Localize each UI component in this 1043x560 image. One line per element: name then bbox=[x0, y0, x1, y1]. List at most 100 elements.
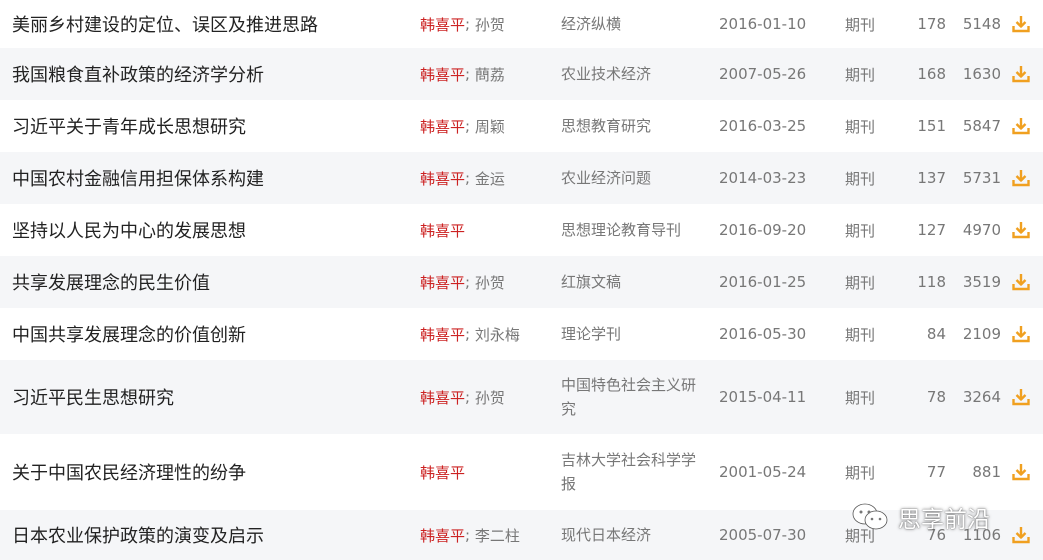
journal-link[interactable]: 红旗文稿 bbox=[561, 256, 701, 308]
download-button[interactable] bbox=[1010, 510, 1032, 560]
download-icon bbox=[1012, 326, 1030, 343]
download-button[interactable] bbox=[1010, 0, 1032, 48]
cited-count[interactable]: 78 bbox=[896, 360, 946, 434]
download-count: 5148 bbox=[962, 15, 1001, 33]
table-row: 日本农业保护政策的演变及启示 韩喜平; 李二柱 现代日本经济 2005-07-30 期刊… bbox=[0, 510, 1043, 560]
cited-count[interactable]: 168 bbox=[896, 48, 946, 100]
database-type: 期刊 bbox=[845, 221, 876, 240]
cited-count[interactable]: 77 bbox=[896, 434, 946, 510]
cited-count[interactable]: 76 bbox=[896, 510, 946, 560]
author-link[interactable]: 韩喜平 bbox=[420, 272, 465, 293]
article-title-link[interactable]: 习近平关于青年成长思想研究 bbox=[12, 100, 412, 152]
cited-count[interactable]: 151 bbox=[896, 100, 946, 152]
journal-link[interactable]: 农业经济问题 bbox=[561, 152, 701, 204]
coauthor-link[interactable]: 孙贺 bbox=[475, 14, 505, 35]
journal-link[interactable]: 思想教育研究 bbox=[561, 100, 701, 152]
download-icon bbox=[1012, 274, 1030, 291]
journal-link[interactable]: 农业技术经济 bbox=[561, 48, 701, 100]
author-separator: ; bbox=[465, 388, 475, 406]
journal-link[interactable]: 现代日本经济 bbox=[561, 510, 701, 560]
author-link[interactable]: 韩喜平 bbox=[420, 525, 465, 546]
database-type: 期刊 bbox=[845, 117, 876, 136]
database-type: 期刊 bbox=[845, 15, 876, 34]
cited-count[interactable]: 127 bbox=[896, 204, 946, 256]
author-link[interactable]: 韩喜平 bbox=[420, 220, 465, 241]
coauthor-link[interactable]: 金运 bbox=[475, 168, 505, 189]
download-button[interactable] bbox=[1010, 204, 1032, 256]
article-title-link[interactable]: 美丽乡村建设的定位、误区及推进思路 bbox=[12, 0, 412, 48]
journal-link[interactable]: 经济纵横 bbox=[561, 0, 701, 48]
cited-count[interactable]: 84 bbox=[896, 308, 946, 360]
article-title-link[interactable]: 习近平民生思想研究 bbox=[12, 360, 412, 434]
journal-link[interactable]: 思想理论教育导刊 bbox=[561, 204, 701, 256]
journal-link[interactable]: 理论学刊 bbox=[561, 308, 701, 360]
download-count: 4970 bbox=[962, 221, 1001, 239]
download-icon bbox=[1012, 118, 1030, 135]
publish-date: 2015-04-11 bbox=[719, 388, 807, 406]
author-link[interactable]: 韩喜平 bbox=[420, 116, 465, 137]
article-title-link[interactable]: 中国共享发展理念的价值创新 bbox=[12, 308, 412, 360]
author-link[interactable]: 韩喜平 bbox=[420, 387, 465, 408]
cited-count[interactable]: 118 bbox=[896, 256, 946, 308]
download-button[interactable] bbox=[1010, 360, 1032, 434]
article-title-link[interactable]: 关于中国农民经济理性的纷争 bbox=[12, 434, 412, 510]
author-link[interactable]: 韩喜平 bbox=[420, 14, 465, 35]
author-link[interactable]: 韩喜平 bbox=[420, 324, 465, 345]
table-row: 习近平民生思想研究 韩喜平; 孙贺 中国特色社会主义研究 2015-04-11 期刊 78… bbox=[0, 360, 1043, 434]
coauthor-link[interactable]: 孙贺 bbox=[475, 387, 505, 408]
download-icon bbox=[1012, 66, 1030, 83]
author-link[interactable]: 韩喜平 bbox=[420, 462, 465, 483]
table-row: 中国农村金融信用担保体系构建 韩喜平; 金运 农业经济问题 2014-03-23 期刊 1… bbox=[0, 152, 1043, 204]
article-title-link[interactable]: 坚持以人民为中心的发展思想 bbox=[12, 204, 412, 256]
author-link[interactable]: 韩喜平 bbox=[420, 64, 465, 85]
article-title-link[interactable]: 共享发展理念的民生价值 bbox=[12, 256, 412, 308]
download-count: 881 bbox=[972, 463, 1001, 481]
download-button[interactable] bbox=[1010, 100, 1032, 152]
publish-date: 2001-05-24 bbox=[719, 463, 807, 481]
authors-cell: 韩喜平; 孙贺 bbox=[420, 0, 550, 48]
table-row: 我国粮食直补政策的经济学分析 韩喜平; 蔄荔 农业技术经济 2007-05-26 期刊 1… bbox=[0, 48, 1043, 100]
cited-count[interactable]: 178 bbox=[896, 0, 946, 48]
journal-link[interactable]: 吉林大学社会科学学报 bbox=[561, 434, 701, 510]
table-row: 习近平关于青年成长思想研究 韩喜平; 周颖 思想教育研究 2016-03-25 期刊 15… bbox=[0, 100, 1043, 152]
coauthor-link[interactable]: 蔄荔 bbox=[475, 64, 505, 85]
article-title-link[interactable]: 中国农村金融信用担保体系构建 bbox=[12, 152, 412, 204]
cited-count[interactable]: 137 bbox=[896, 152, 946, 204]
download-button[interactable] bbox=[1010, 434, 1032, 510]
author-separator: ; bbox=[465, 273, 475, 291]
authors-cell: 韩喜平 bbox=[420, 434, 550, 510]
download-icon bbox=[1012, 389, 1030, 406]
authors-cell: 韩喜平; 刘永梅 bbox=[420, 308, 550, 360]
download-icon bbox=[1012, 464, 1030, 481]
authors-cell: 韩喜平; 孙贺 bbox=[420, 256, 550, 308]
author-separator: ; bbox=[465, 169, 475, 187]
author-link[interactable]: 韩喜平 bbox=[420, 168, 465, 189]
download-count: 3519 bbox=[962, 273, 1001, 291]
download-count: 2109 bbox=[962, 325, 1001, 343]
publish-date: 2014-03-23 bbox=[719, 169, 807, 187]
download-button[interactable] bbox=[1010, 152, 1032, 204]
table-row: 美丽乡村建设的定位、误区及推进思路 韩喜平; 孙贺 经济纵横 2016-01-10 期刊… bbox=[0, 0, 1043, 48]
database-type: 期刊 bbox=[845, 325, 876, 344]
database-type: 期刊 bbox=[845, 169, 876, 188]
journal-link[interactable]: 中国特色社会主义研究 bbox=[561, 360, 701, 434]
authors-cell: 韩喜平 bbox=[420, 204, 550, 256]
download-icon bbox=[1012, 16, 1030, 33]
download-button[interactable] bbox=[1010, 308, 1032, 360]
download-count: 5847 bbox=[962, 117, 1001, 135]
download-count: 5731 bbox=[962, 169, 1001, 187]
download-button[interactable] bbox=[1010, 48, 1032, 100]
coauthor-link[interactable]: 李二柱 bbox=[475, 525, 520, 546]
search-results-table: 美丽乡村建设的定位、误区及推进思路 韩喜平; 孙贺 经济纵横 2016-01-10 期刊… bbox=[0, 0, 1043, 560]
download-button[interactable] bbox=[1010, 256, 1032, 308]
author-separator: ; bbox=[465, 65, 475, 83]
download-icon bbox=[1012, 527, 1030, 544]
article-title-link[interactable]: 日本农业保护政策的演变及启示 bbox=[12, 510, 412, 560]
database-type: 期刊 bbox=[845, 65, 876, 84]
article-title-link[interactable]: 我国粮食直补政策的经济学分析 bbox=[12, 48, 412, 100]
coauthor-link[interactable]: 周颖 bbox=[475, 116, 505, 137]
table-row: 中国共享发展理念的价值创新 韩喜平; 刘永梅 理论学刊 2016-05-30 期刊 84 2… bbox=[0, 308, 1043, 360]
coauthor-link[interactable]: 孙贺 bbox=[475, 272, 505, 293]
coauthor-link[interactable]: 刘永梅 bbox=[475, 324, 520, 345]
database-type: 期刊 bbox=[845, 463, 876, 482]
